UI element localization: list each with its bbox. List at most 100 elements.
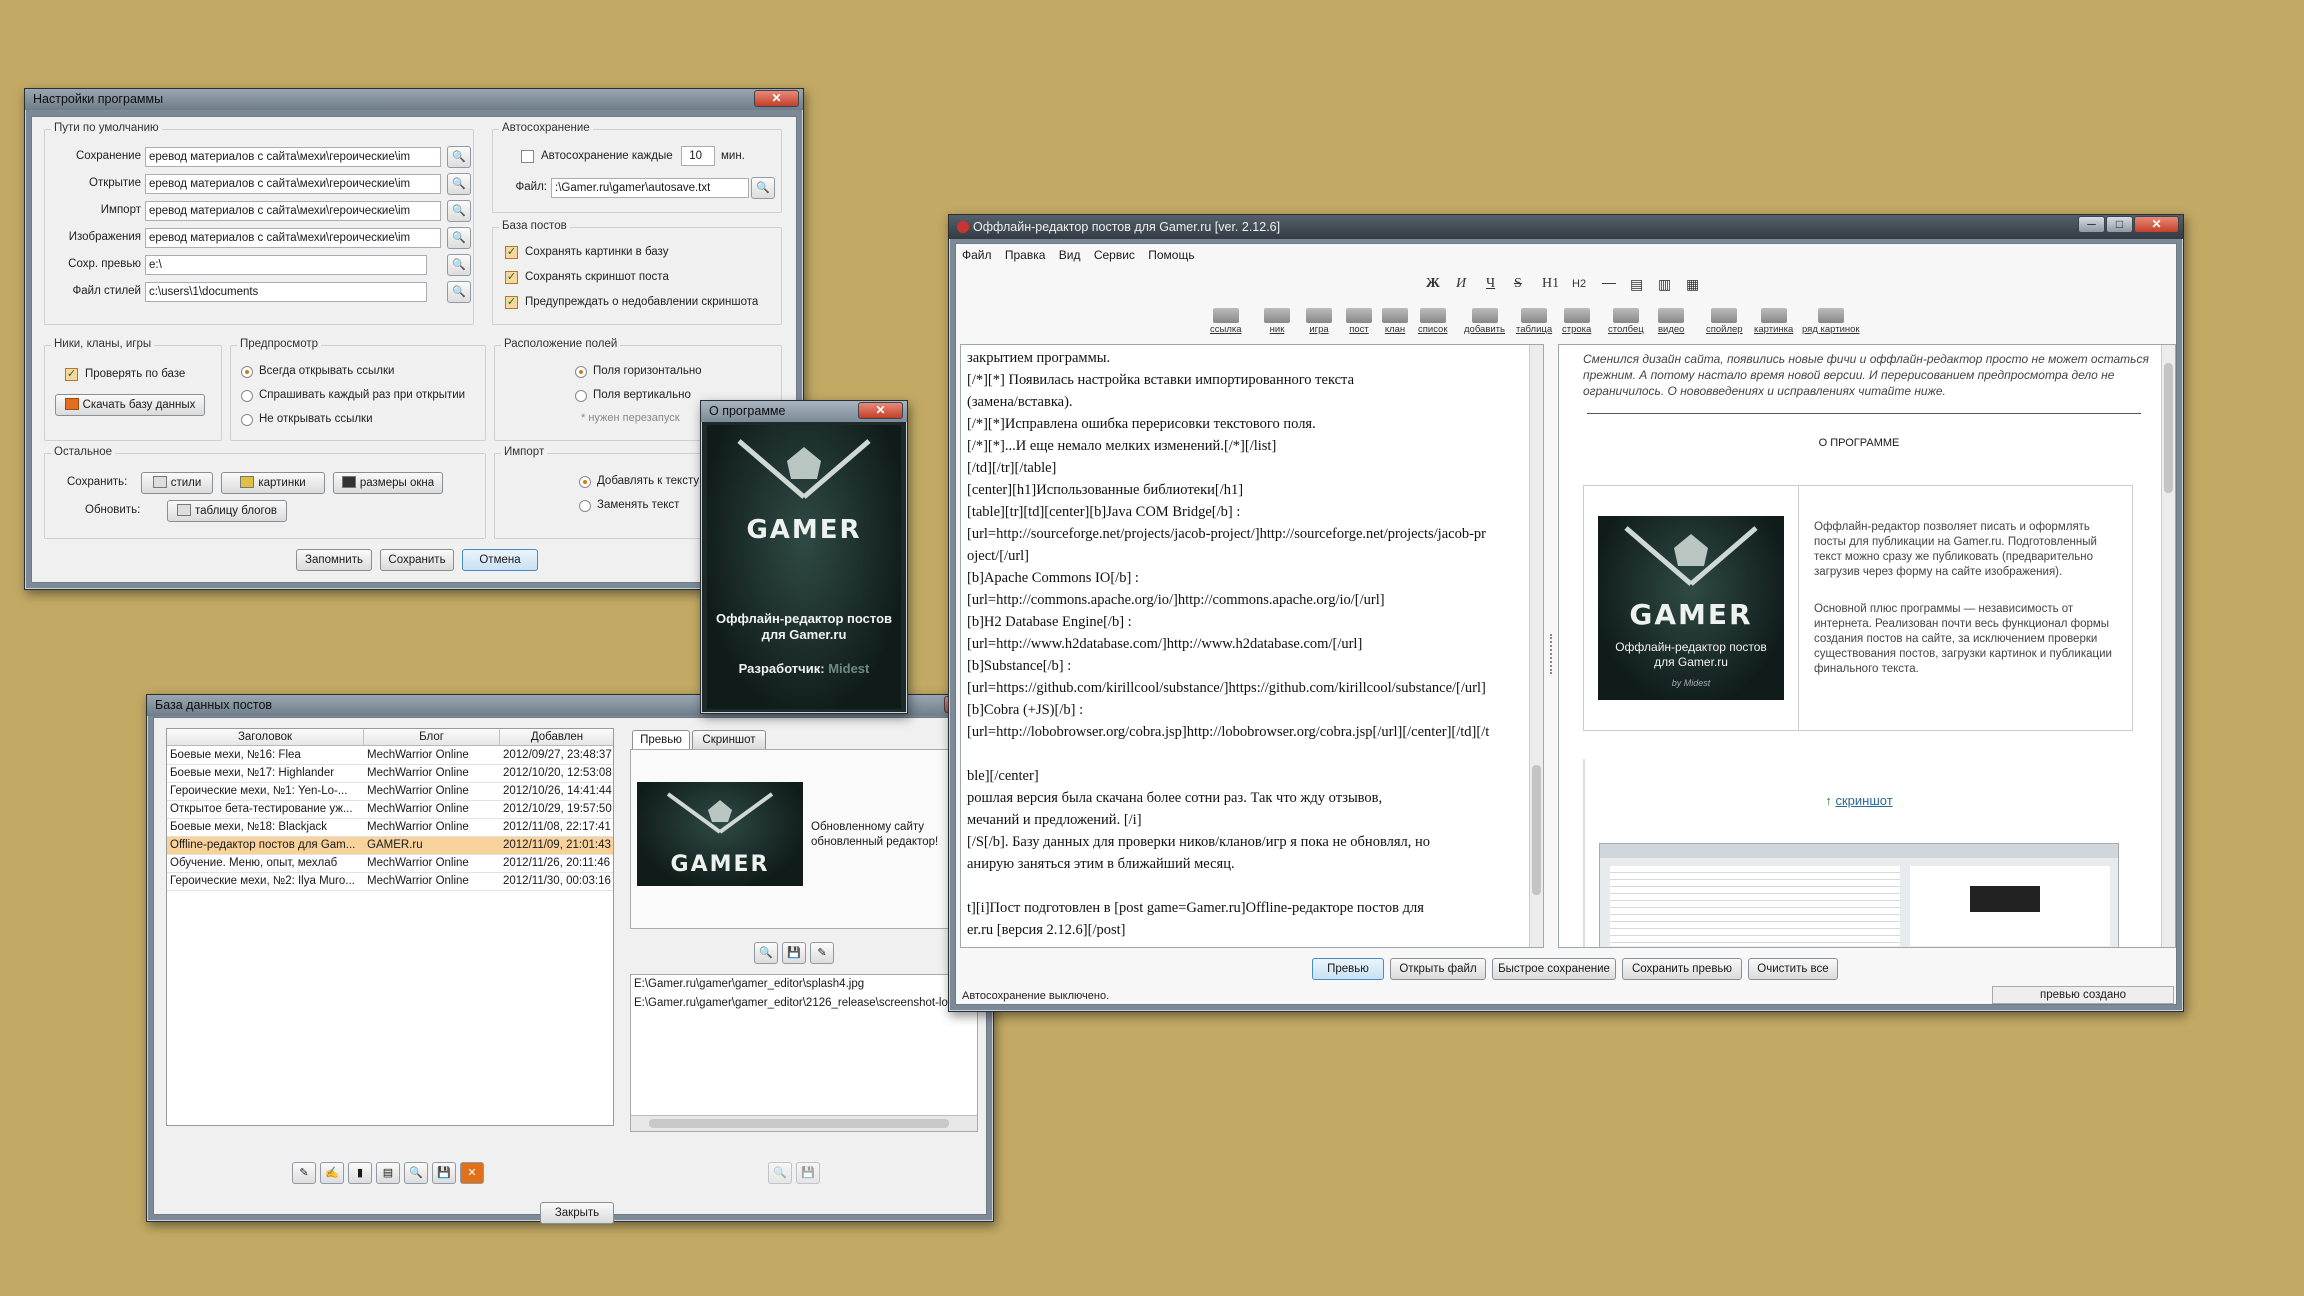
minimize-icon[interactable]: ─ <box>2078 216 2105 233</box>
menu-help[interactable]: Помощь <box>1148 248 1194 262</box>
nick-button[interactable]: ник <box>1264 308 1290 335</box>
path-images-field[interactable]: еревод материалов с сайта\мехи\героическ… <box>145 228 441 248</box>
list-item[interactable]: E:\Gamer.ru\gamer\gamer_editor\2126_rele… <box>634 994 977 1013</box>
strike-button[interactable]: S <box>1514 276 1522 292</box>
layout-vertical-radio[interactable] <box>575 390 587 402</box>
search-icon[interactable]: 🔍 <box>447 173 471 195</box>
table-row[interactable]: Боевые мехи, №18: Blackjack MechWarrior O… <box>167 819 613 837</box>
column-header-title[interactable]: Заголовок <box>167 729 364 746</box>
scrollbar-thumb[interactable] <box>1532 765 1541 895</box>
maximize-icon[interactable]: □ <box>2106 216 2133 233</box>
table-row[interactable]: Offline-редактор постов для Gam... GAMER.… <box>167 837 613 855</box>
list-button[interactable]: список <box>1418 308 1448 335</box>
quick-save-button[interactable]: Быстрое сохранение <box>1492 958 1616 980</box>
add-button[interactable]: добавить <box>1464 308 1505 335</box>
db-save-screenshot-checkbox[interactable]: ✓ <box>505 271 518 284</box>
underline-button[interactable]: Ч <box>1486 276 1495 292</box>
column-button[interactable]: столбец <box>1608 308 1644 335</box>
table-row[interactable]: Открытое бета-тестирование уж... MechWarr… <box>167 801 613 819</box>
search-icon[interactable]: 🔍 <box>751 177 775 199</box>
path-import-field[interactable]: еревод материалов с сайта\мехи\героическ… <box>145 201 441 221</box>
download-db-button[interactable]: Скачать базу данных <box>55 394 205 416</box>
post-button[interactable]: пост <box>1346 308 1372 335</box>
menu-edit[interactable]: Правка <box>1005 248 1046 262</box>
pencil-icon[interactable]: ✎ <box>292 1162 316 1184</box>
bold-button[interactable]: Ж <box>1426 276 1440 292</box>
code-editor[interactable]: закрытием программы. [/*][*] Появилась н… <box>960 344 1544 948</box>
zoom-icon[interactable]: 🔍 <box>768 1162 792 1184</box>
about-titlebar[interactable]: О программе ✕ <box>701 401 907 422</box>
autosave-interval-field[interactable]: 10 <box>681 146 715 166</box>
path-save-field[interactable]: еревод материалов с сайта\мехи\героическ… <box>145 147 441 167</box>
tab-preview[interactable]: Превью <box>632 730 690 750</box>
align-center-icon[interactable]: ▥ <box>1658 276 1671 293</box>
preview-button[interactable]: Превью <box>1312 958 1384 980</box>
column-header-blog[interactable]: Блог <box>364 729 500 746</box>
preview-always-radio[interactable] <box>241 366 253 378</box>
image-button[interactable]: картинка <box>1754 308 1793 335</box>
db-save-images-checkbox[interactable]: ✓ <box>505 246 518 259</box>
link-button[interactable]: ссылка <box>1210 308 1242 335</box>
import-replace-radio[interactable] <box>579 500 591 512</box>
search-icon[interactable]: 🔍 <box>447 227 471 249</box>
remember-button[interactable]: Запомнить <box>296 549 372 571</box>
close-icon[interactable]: ✕ <box>858 402 903 419</box>
save-icon[interactable]: 💾 <box>782 942 806 964</box>
edit-icon[interactable]: ✍ <box>320 1162 344 1184</box>
preview-ask-radio[interactable] <box>241 390 253 402</box>
update-blogs-button[interactable]: таблицу блогов <box>167 500 287 522</box>
menu-service[interactable]: Сервис <box>1094 248 1135 262</box>
table-row[interactable]: Героические мехи, №2: Ilya Muro... MechWa… <box>167 873 613 891</box>
search-icon[interactable]: 🔍 <box>447 254 471 276</box>
scrollbar-thumb[interactable] <box>2164 363 2173 493</box>
clan-button[interactable]: клан <box>1382 308 1408 335</box>
vertical-scrollbar[interactable] <box>2161 345 2175 947</box>
table-row[interactable]: Боевые мехи, №16: Flea MechWarrior Online… <box>167 747 613 765</box>
scrollbar-thumb[interactable] <box>649 1119 949 1128</box>
document-icon[interactable]: ▤ <box>376 1162 400 1184</box>
autosave-checkbox[interactable] <box>521 150 534 163</box>
db-warn-screenshot-checkbox[interactable]: ✓ <box>505 296 518 309</box>
save-icon[interactable]: 💾 <box>432 1162 456 1184</box>
close-button[interactable]: Закрыть <box>540 1202 614 1224</box>
close-icon[interactable]: ✕ <box>2134 216 2179 233</box>
hr-icon[interactable]: — <box>1602 274 1616 290</box>
save-images-button[interactable]: картинки <box>221 472 325 494</box>
table-row[interactable]: Обучение. Меню, опыт, мехлаб MechWarrior … <box>167 855 613 873</box>
tab-screenshot[interactable]: Скриншот <box>692 730 766 750</box>
book-icon[interactable]: ▮ <box>348 1162 372 1184</box>
menu-file[interactable]: Файл <box>962 248 992 262</box>
close-icon[interactable]: ✕ <box>754 90 799 107</box>
search-icon[interactable]: 🔍 <box>447 200 471 222</box>
table-button[interactable]: таблица <box>1516 308 1552 335</box>
game-button[interactable]: игра <box>1306 308 1332 335</box>
search-icon[interactable]: 🔍 <box>404 1162 428 1184</box>
save-styles-button[interactable]: стили <box>141 472 213 494</box>
path-open-field[interactable]: еревод материалов с сайта\мехи\героическ… <box>145 174 441 194</box>
spoiler-button[interactable]: спойлер <box>1706 308 1743 335</box>
edit-icon[interactable]: ✎ <box>810 942 834 964</box>
splitter-handle[interactable] <box>1550 634 1554 674</box>
quote-icon[interactable]: ▤ <box>1630 276 1643 293</box>
search-icon[interactable]: 🔍 <box>447 146 471 168</box>
clear-all-button[interactable]: Очистить все <box>1748 958 1838 980</box>
table-row[interactable]: Героические мехи, №1: Yen-Lo-... MechWarr… <box>167 783 613 801</box>
h2-button[interactable]: H2 <box>1572 278 1586 290</box>
column-header-added[interactable]: Добавлен <box>500 729 613 746</box>
screenshot-link[interactable]: скриншот <box>1835 793 1892 808</box>
menu-view[interactable]: Вид <box>1059 248 1081 262</box>
image-row-button[interactable]: ряд картинок <box>1802 308 1860 335</box>
layout-horizontal-radio[interactable] <box>575 366 587 378</box>
open-file-button[interactable]: Открыть файл <box>1390 958 1486 980</box>
h1-button[interactable]: H1 <box>1542 276 1559 292</box>
editor-titlebar[interactable]: Оффлайн-редактор постов для Gamer.ru [ve… <box>949 215 2183 239</box>
preview-never-radio[interactable] <box>241 414 253 426</box>
path-styles-field[interactable]: c:\users\1\documents <box>145 282 427 302</box>
italic-button[interactable]: И <box>1456 276 1466 292</box>
delete-icon[interactable]: ✕ <box>460 1162 484 1184</box>
align-right-icon[interactable]: ▦ <box>1686 276 1699 293</box>
video-button[interactable]: видео <box>1658 308 1684 335</box>
path-preview-field[interactable]: e:\ <box>145 255 427 275</box>
import-append-radio[interactable] <box>579 476 591 488</box>
horizontal-scrollbar[interactable] <box>631 1115 977 1131</box>
